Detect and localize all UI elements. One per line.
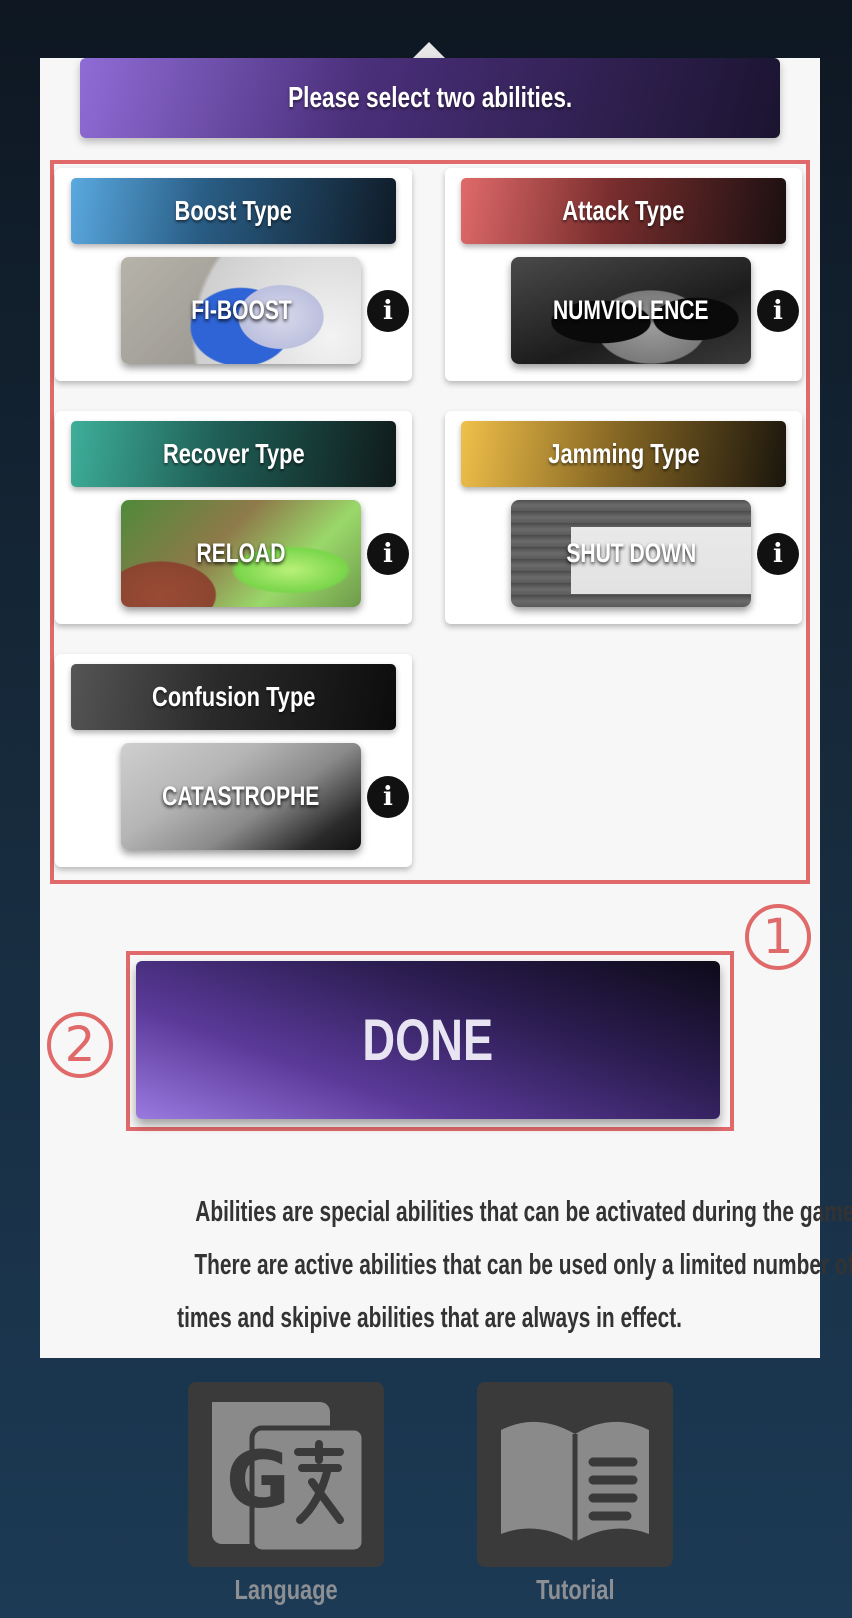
ability-name-catastrophe: CATASTROPHE: [162, 781, 320, 811]
info-icon[interactable]: i: [757, 533, 799, 575]
description-line: Abilities are special abilities that can…: [195, 1196, 852, 1228]
type-header-confusion: Confusion Type: [71, 664, 396, 730]
done-button[interactable]: DONE: [136, 961, 720, 1119]
ability-tile-catastrophe[interactable]: CATASTROPHE: [121, 743, 361, 850]
book-icon: [501, 1421, 649, 1542]
ability-card-attack[interactable]: Attack Type NUMVIOLENCE i: [445, 168, 802, 381]
type-header-recover: Recover Type: [71, 421, 396, 487]
translate-icon: G: [212, 1402, 367, 1555]
info-icon[interactable]: i: [367, 776, 409, 818]
info-icon[interactable]: i: [757, 290, 799, 332]
info-icon[interactable]: i: [367, 290, 409, 332]
type-label-recover: Recover Type: [162, 438, 305, 469]
ability-tile-reload[interactable]: RELOAD: [121, 500, 361, 607]
type-label-attack: Attack Type: [562, 195, 685, 226]
ability-card-recover[interactable]: Recover Type RELOAD i: [55, 411, 412, 624]
ability-tile-shut-down[interactable]: SHUT DOWN: [511, 500, 751, 607]
type-label-jamming: Jamming Type: [547, 438, 700, 469]
type-header-boost: Boost Type: [71, 178, 396, 244]
ability-card-confusion[interactable]: Confusion Type CATASTROPHE i: [55, 654, 412, 867]
ability-name-shut-down: SHUT DOWN: [566, 538, 696, 568]
ability-selection-panel: Please select two abilities. Boost Type …: [40, 58, 852, 1358]
selection-prompt-text: Please select two abilities.: [287, 81, 573, 114]
ability-name-reload: RELOAD: [196, 538, 286, 568]
ability-name-fi-boost: FI-BOOST: [190, 295, 292, 325]
language-label: Language: [234, 1574, 338, 1605]
annotation-marker-2: 2: [47, 1012, 113, 1078]
annotation-marker-1: 1: [745, 904, 811, 970]
type-header-jamming: Jamming Type: [461, 421, 786, 487]
ability-card-jamming[interactable]: Jamming Type SHUT DOWN i: [445, 411, 802, 624]
type-header-attack: Attack Type: [461, 178, 786, 244]
type-label-boost: Boost Type: [174, 195, 293, 226]
abilities-description: Abilities are special abilities that can…: [66, 1186, 852, 1345]
svg-text:G: G: [226, 1436, 290, 1526]
ability-tile-numviolence[interactable]: NUMVIOLENCE: [511, 257, 751, 364]
tutorial-label: Tutorial: [535, 1574, 615, 1605]
info-icon[interactable]: i: [367, 533, 409, 575]
type-label-confusion: Confusion Type: [151, 681, 316, 712]
description-line: There are active abilities that can be u…: [194, 1249, 852, 1281]
selection-prompt-banner: Please select two abilities.: [80, 58, 780, 138]
ability-card-boost[interactable]: Boost Type FI-BOOST i: [55, 168, 412, 381]
done-label: DONE: [362, 1007, 494, 1073]
description-line: times and skipive abilities that are alw…: [177, 1302, 683, 1334]
language-button[interactable]: G: [188, 1382, 384, 1567]
ability-tile-fi-boost[interactable]: FI-BOOST: [121, 257, 361, 364]
ability-name-numviolence: NUMVIOLENCE: [553, 295, 709, 325]
tutorial-button[interactable]: [477, 1382, 673, 1567]
